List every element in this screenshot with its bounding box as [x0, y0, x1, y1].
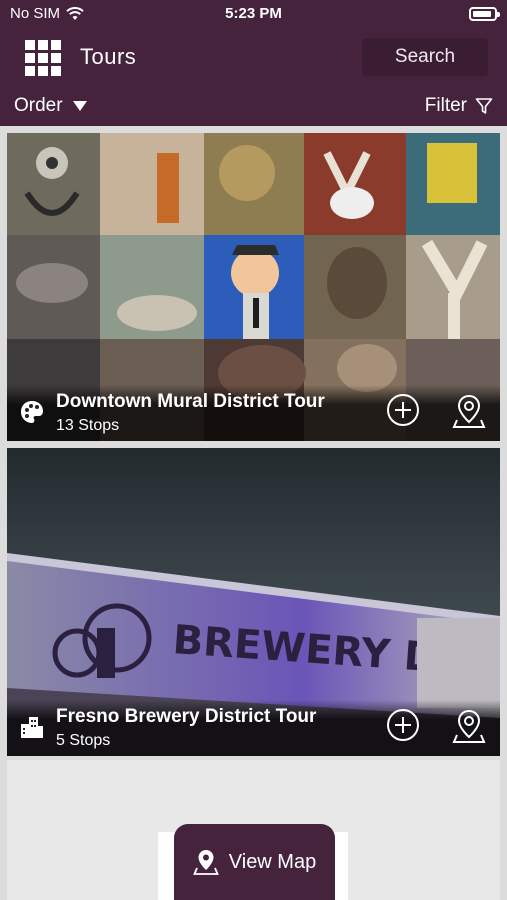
map-pin-icon[interactable] — [452, 708, 486, 744]
map-pin-icon[interactable] — [452, 393, 486, 429]
tour-title: Downtown Mural District Tour — [56, 391, 325, 412]
tour-stops: 13 Stops — [56, 417, 120, 434]
tour-list[interactable]: Downtown Mural District Tour 13 Stops BR… — [0, 126, 507, 900]
filter-button[interactable]: Filter — [425, 95, 493, 117]
battery-icon — [469, 7, 500, 21]
tour-title: Fresno Brewery District Tour — [56, 706, 317, 727]
app-header: Tours Search — [0, 28, 507, 86]
tour-card[interactable]: BREWERY DISTRICT Fresno Brewery District… — [7, 448, 500, 756]
buildings-icon — [21, 717, 43, 738]
filter-label: Filter — [424, 95, 467, 116]
tour-card[interactable]: Downtown Mural District Tour 13 Stops — [7, 133, 500, 441]
palette-icon — [21, 401, 43, 423]
view-map-label: View Map — [228, 850, 317, 873]
menu-grid-icon[interactable] — [25, 40, 61, 76]
order-label: Order — [14, 95, 63, 116]
caret-down-icon — [72, 101, 87, 111]
add-circle-icon[interactable] — [386, 393, 420, 427]
add-circle-icon[interactable] — [386, 708, 420, 742]
view-map-button[interactable]: View Map — [174, 824, 335, 900]
sort-filter-bar: Order Filter — [0, 86, 507, 126]
tour-stops: 5 Stops — [56, 732, 111, 749]
status-bar: No SIM 5:23 PM — [0, 0, 507, 28]
order-dropdown[interactable]: Order — [14, 95, 87, 117]
status-time: 5:23 PM — [225, 5, 282, 22]
search-button[interactable]: Search — [362, 38, 488, 76]
filter-funnel-icon — [475, 98, 493, 114]
map-pin-icon — [192, 850, 219, 875]
page-title: Tours — [80, 44, 137, 69]
